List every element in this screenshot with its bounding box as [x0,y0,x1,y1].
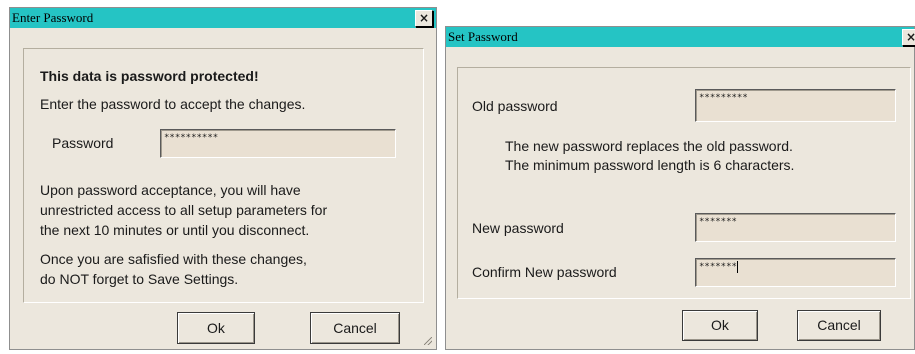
enter-password-title: Enter Password [12,10,94,25]
enter-password-titlebar[interactable]: Enter Password [10,8,436,28]
password-field-value: ********** [164,133,219,143]
cancel-button-label: Cancel [817,317,861,333]
ok-button[interactable]: Ok [682,310,758,341]
text-caret [736,261,738,273]
set-password-titlebar[interactable]: Set Password [446,27,914,47]
password-note-line: The minimum password length is 6 charact… [505,157,795,173]
access-info-line: unrestricted access to all setup paramet… [40,202,328,218]
ok-button-label: Ok [711,317,729,333]
confirm-password-value: ******* [699,262,737,272]
password-note-line: The new password replaces the old passwo… [505,138,793,154]
reminder-line: Once you are safisfied with these change… [40,251,307,267]
set-password-dialog: Set Password × Old password ********* Th… [445,26,915,350]
enter-password-dialog: Enter Password × This data is password p… [9,7,437,350]
close-icon[interactable]: × [902,29,915,46]
password-label: Password [52,135,114,151]
new-password-label: New password [472,220,564,236]
new-password-field[interactable]: ******* [695,213,896,242]
confirm-password-field[interactable]: ******* [695,258,896,287]
protected-heading: This data is password protected! [40,68,259,84]
ok-button-label: Ok [207,320,225,336]
password-field[interactable]: ********** [160,129,396,158]
old-password-value: ********* [699,93,748,103]
instruction-text: Enter the password to accept the changes… [40,96,306,112]
confirm-password-label: Confirm New password [472,264,617,280]
access-info-line: Upon password acceptance, you will have [40,182,301,198]
cancel-button[interactable]: Cancel [310,312,400,344]
ok-button[interactable]: Ok [177,312,255,344]
access-info-line: the next 10 minutes or until you disconn… [40,222,310,238]
resize-grip-icon[interactable] [424,337,432,345]
new-password-value: ******* [699,217,737,227]
cancel-button[interactable]: Cancel [797,310,881,341]
old-password-label: Old password [472,98,558,114]
old-password-field[interactable]: ********* [695,89,896,122]
cancel-button-label: Cancel [333,320,377,336]
reminder-line: do NOT forget to Save Settings. [40,271,239,287]
set-password-title: Set Password [448,29,518,44]
close-icon[interactable]: × [415,10,433,27]
